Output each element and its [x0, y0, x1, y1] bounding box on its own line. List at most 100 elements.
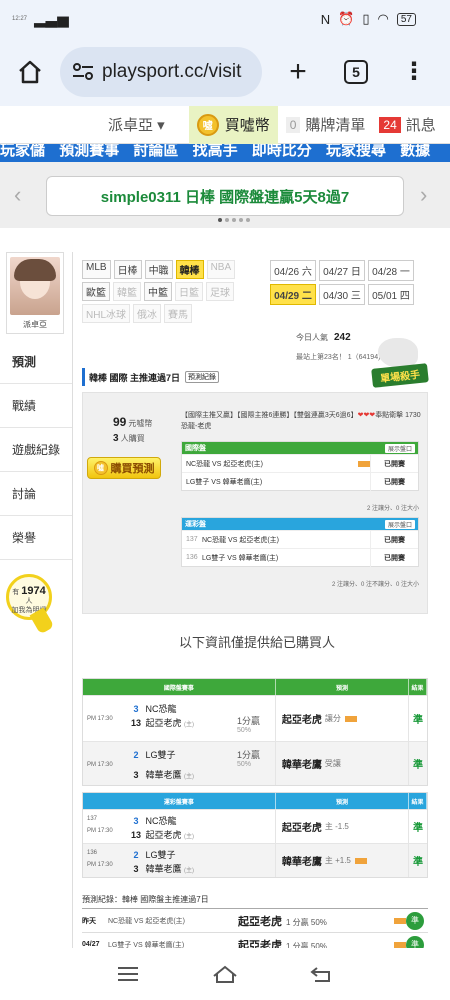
- pick-bar-icon: [354, 857, 367, 864]
- date-tab[interactable]: 04/28 一: [368, 260, 414, 281]
- log-day: 昨天: [82, 917, 96, 925]
- pick-team: 韓華老鷹: [281, 760, 322, 771]
- table-header-cell: 運彩盤賽事: [83, 793, 276, 809]
- table-row: PM 17:30 2 LG雙子 3 韓華老鷹 (主) 1分贏 50% 韓華老鷹 受讓…: [83, 741, 427, 785]
- menu-item[interactable]: 玩家搜尋: [326, 144, 386, 159]
- buy-coin-button[interactable]: 噓 買噓幣: [188, 105, 278, 144]
- date-tab[interactable]: 05/01 四: [368, 284, 414, 305]
- home-score: 3: [133, 770, 139, 780]
- league-tag-khl[interactable]: 俄冰: [133, 304, 162, 323]
- menu-item[interactable]: 討論區: [133, 144, 178, 159]
- price: 99 元噓幣: [113, 415, 152, 429]
- recommendation-description: 【國際主推又贏】【國際主推6連勝】【雙盤連贏3天6過6】❤❤❤奉點衛擊 1730…: [181, 411, 425, 432]
- home-name: 起亞老虎: [145, 718, 182, 728]
- league-tag-nba[interactable]: NBA: [206, 260, 236, 279]
- prediction-record-button[interactable]: 預測紀錄: [185, 371, 220, 383]
- pick-cell: 韓華老鷹 受讓: [276, 742, 410, 785]
- league-tag-kbl[interactable]: 韓籃: [113, 282, 141, 301]
- result-cell: 準: [413, 760, 424, 771]
- date-tab-selected[interactable]: 04/29 二: [270, 284, 316, 305]
- buy-prediction-button[interactable]: 噓 購買預測: [87, 457, 161, 479]
- home-tag: (主): [184, 722, 195, 728]
- recent-apps-icon[interactable]: [115, 964, 141, 984]
- bought-number: 3: [113, 433, 119, 444]
- game-row: 136 LG雙子 VS 韓華老鷹(主) 已開賽: [182, 548, 418, 567]
- league-tag-kbo[interactable]: 韓棒: [175, 260, 204, 279]
- menu-item[interactable]: 數據: [400, 144, 430, 159]
- league-tag-nhl[interactable]: NHL冰球: [82, 304, 131, 323]
- game-matchup: LG雙子 VS 韓華老鷹(主): [186, 478, 263, 486]
- sidenav-honor[interactable]: 榮譽: [0, 516, 72, 560]
- date-tab[interactable]: 04/27 日: [319, 260, 365, 281]
- menu-item[interactable]: 預測賽事: [59, 144, 119, 159]
- pick-bar-icon: [344, 715, 357, 722]
- date-tab[interactable]: 04/30 三: [319, 284, 365, 305]
- league-tag-soccer[interactable]: 足球: [206, 282, 234, 301]
- show-odds-button[interactable]: 展示盤口: [384, 519, 415, 529]
- lottery-odds-footer: 2 注讓分、0 注不讓分、0 注大小: [181, 579, 419, 588]
- date-tab[interactable]: 04/26 六: [270, 260, 316, 281]
- log-row[interactable]: 昨天 NC恐龍 VS 起亞老虎(主) 起亞老虎 1 分贏 50% 準: [82, 909, 428, 933]
- pick-note: 讓分: [324, 714, 341, 723]
- back-icon[interactable]: [309, 964, 335, 984]
- table-header-cell: 預測: [276, 793, 410, 809]
- game-matchup: LG雙子 VS 韓華老鷹(主): [202, 554, 279, 562]
- game-status: 已開賽: [370, 548, 418, 567]
- buy-coin-label: 買噓幣: [224, 117, 270, 134]
- sidenav-predict[interactable]: 預測: [0, 340, 72, 384]
- filter-panel: MLB 日棒 中職 韓棒 NBA 歐籃 韓籃 中籃 日籃 足球 NHL冰球 俄冰…: [78, 252, 436, 324]
- league-tag-cpbl[interactable]: 中職: [144, 260, 173, 279]
- home-tag: (主): [184, 834, 195, 840]
- away-name: LG雙子: [145, 850, 176, 860]
- messages-link[interactable]: 24 訊息: [365, 114, 436, 135]
- site-settings-icon[interactable]: [72, 63, 94, 81]
- menu-item[interactable]: 找高手: [193, 144, 238, 159]
- pick-note: 受讓: [324, 759, 341, 768]
- menu-item[interactable]: 玩家儲: [0, 144, 45, 159]
- table-row: 137 PM 17:30 3 NC恐龍 13 起亞老虎 (主) 起亞老虎主 -1…: [83, 809, 427, 843]
- intl-odds-header: 國際盤 展示盤口: [182, 442, 418, 454]
- sidenav-discuss[interactable]: 討論: [0, 472, 72, 516]
- lottery-bet-summary: 2 注讓分、0 注不讓分、0 注大小: [331, 582, 419, 588]
- intl-odds-footer: 2 注讓分、0 注大小: [181, 503, 419, 512]
- home-nav-icon[interactable]: [212, 964, 238, 984]
- show-odds-button[interactable]: 展示盤口: [384, 443, 415, 453]
- pick-cell: 韓華老鷹主 +1.5: [276, 844, 410, 877]
- league-tag-euro-basketball[interactable]: 歐籃: [82, 282, 110, 301]
- table-header-cell: 國際盤賽事: [83, 679, 276, 695]
- pick-cell: 起亞老虎 讓分: [276, 696, 410, 741]
- paint-splash-icon: [378, 338, 418, 368]
- league-tags: MLB 日棒 中職 韓棒 NBA 歐籃 韓籃 中籃 日籃 足球 NHL冰球 俄冰…: [82, 260, 266, 323]
- profile-sidenav: 預測 戰績 遊戲紀錄 討論 榮譽: [0, 340, 72, 560]
- new-tab-icon[interactable]: +: [286, 55, 310, 89]
- address-bar[interactable]: playsport.cc/visit: [60, 47, 262, 97]
- game-cell: PM 17:30 2 LG雙子 3 韓華老鷹 (主) 1分贏 50%: [83, 742, 276, 785]
- game-time: PM 17:30: [87, 716, 113, 722]
- tab-switcher-button[interactable]: 5: [344, 60, 368, 84]
- game-time: PM 17:30: [87, 862, 113, 868]
- banner-text[interactable]: simple0311 日棒 國際盤連贏5天8過7: [46, 176, 404, 216]
- banner-prev-icon[interactable]: ‹: [14, 182, 21, 208]
- home-icon[interactable]: [16, 58, 44, 86]
- spread-text: 1分贏: [237, 750, 261, 760]
- league-tag-horse[interactable]: 賽馬: [164, 304, 193, 323]
- sidenav-record[interactable]: 戰績: [0, 384, 72, 428]
- main-content: MLB 日棒 中職 韓棒 NBA 歐籃 韓籃 中籃 日籃 足球 NHL冰球 俄冰…: [78, 252, 436, 957]
- profile-card[interactable]: 派卓亞: [6, 252, 64, 334]
- sidenav-game-log[interactable]: 遊戲紀錄: [0, 428, 72, 472]
- league-tag-jbl[interactable]: 日籃: [175, 282, 203, 301]
- menu-item[interactable]: 即時比分: [252, 144, 312, 159]
- home-score: 13: [130, 830, 141, 840]
- game-number: 136: [186, 554, 198, 561]
- banner-next-icon[interactable]: ›: [420, 182, 427, 208]
- away-name: LG雙子: [145, 750, 176, 760]
- user-dropdown[interactable]: 派卓亞 ▾: [108, 114, 165, 135]
- league-tag-mlb[interactable]: MLB: [82, 260, 111, 279]
- league-tag-npb[interactable]: 日棒: [113, 260, 142, 279]
- league-tag-cba[interactable]: 中籃: [144, 282, 172, 301]
- table-row: 136 PM 17:30 2 LG雙子 3 韓華老鷹 (主) 韓華老鷹主 +1.…: [83, 843, 427, 877]
- away-name: NC恐龍: [145, 704, 177, 714]
- cart-link[interactable]: 0 購牌清單: [278, 114, 365, 135]
- game-status: 已開賽: [370, 472, 418, 491]
- more-menu-icon[interactable]: ⋮: [402, 60, 426, 84]
